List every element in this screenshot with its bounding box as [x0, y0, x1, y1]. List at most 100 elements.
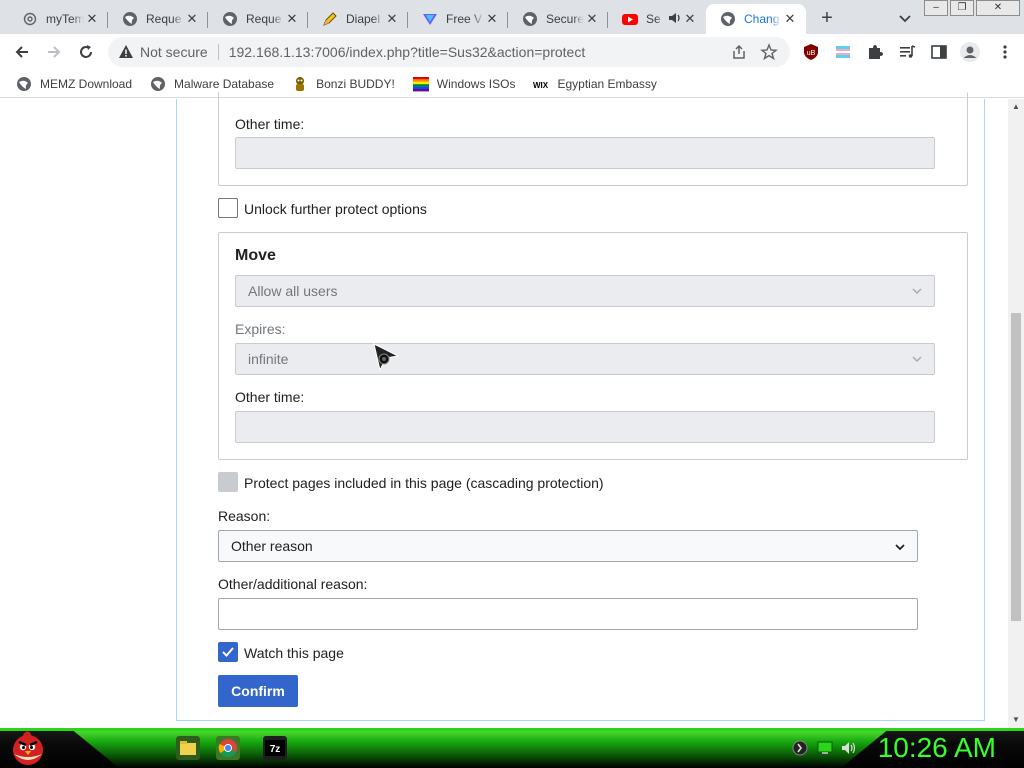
unlock-options-checkbox[interactable] — [218, 198, 238, 218]
tab-7[interactable]: Chang ✕ — [706, 4, 806, 34]
tab-title: Diapel — [346, 12, 381, 26]
close-icon[interactable]: ✕ — [284, 11, 300, 27]
side-panel-icon[interactable] — [930, 43, 948, 61]
chevron-down-icon — [893, 540, 907, 554]
extensions-puzzle-icon[interactable] — [866, 43, 884, 61]
star-icon[interactable] — [760, 43, 778, 61]
ublock-icon[interactable]: uB — [802, 43, 820, 61]
forward-button[interactable] — [44, 42, 64, 62]
tab-4[interactable]: Free V ✕ — [408, 4, 508, 34]
close-icon[interactable]: ✕ — [484, 11, 500, 27]
browser-toolbar: Not secure 192.168.1.13:7006/index.php?t… — [0, 34, 1024, 70]
tab-search-chevron-icon[interactable] — [896, 9, 914, 27]
url-text[interactable]: 192.168.1.13:7006/index.php?title=Sus32&… — [229, 44, 730, 60]
busy-cursor-icon — [370, 340, 404, 374]
speaker-icon[interactable] — [668, 11, 682, 28]
other-time-label: Other time: — [235, 116, 305, 132]
tab-title: Reque — [146, 12, 182, 26]
globe-icon — [150, 76, 166, 92]
tab-3[interactable]: Diapel ✕ — [308, 4, 408, 34]
new-tab-button[interactable]: + — [816, 8, 838, 30]
start-button-angry-bird-icon[interactable] — [8, 730, 48, 766]
bookmark-item[interactable]: Windows ISOs — [412, 76, 516, 92]
bonzi-icon — [292, 76, 308, 92]
globe-icon — [122, 11, 138, 27]
7zip-icon[interactable]: 7z — [263, 736, 287, 760]
share-icon[interactable] — [730, 43, 748, 61]
globe-icon — [16, 76, 32, 92]
flag-extension-icon[interactable] — [834, 43, 852, 61]
tab-title: Se — [646, 12, 661, 26]
move-legend: Move — [235, 247, 276, 264]
reason-select[interactable]: Other reason — [218, 530, 918, 562]
watch-page-checkbox[interactable] — [218, 642, 238, 662]
address-divider — [217, 44, 219, 60]
bookmark-item[interactable]: WIX Egyptian Embassy — [533, 76, 656, 92]
close-icon[interactable]: ✕ — [682, 11, 698, 27]
bookmark-label: Windows ISOs — [436, 76, 516, 91]
tab-title: Chang — [744, 12, 780, 26]
profile-avatar-icon[interactable] — [960, 42, 980, 62]
bookmark-label: Bonzi BUDDY! — [316, 76, 395, 91]
page-scrollbar[interactable]: ▲ ▼ — [1008, 99, 1024, 728]
taskbar: 7z 10:26 AM — [0, 728, 1024, 768]
close-icon[interactable]: ✕ — [84, 11, 100, 27]
close-icon[interactable]: ✕ — [782, 11, 798, 27]
bookmark-item[interactable]: Malware Database — [150, 76, 274, 92]
maximize-button[interactable]: ❐ — [950, 0, 974, 16]
confirm-button[interactable]: Confirm — [218, 675, 298, 707]
close-window-button[interactable]: ✕ — [976, 0, 1020, 16]
move-expires-select: infinite — [235, 343, 935, 375]
volume-icon[interactable] — [841, 740, 857, 756]
cascade-label: Protect pages included in this page (cas… — [244, 475, 604, 491]
scrollbar-thumb[interactable] — [1011, 313, 1021, 621]
tab-5[interactable]: Secure ✕ — [508, 4, 608, 34]
warning-triangle-icon[interactable] — [118, 44, 134, 60]
tray-app-icon[interactable] — [792, 740, 808, 756]
close-icon[interactable]: ✕ — [384, 11, 400, 27]
menu-kebab-icon[interactable] — [996, 43, 1014, 61]
vpn-icon — [422, 11, 438, 27]
network-icon[interactable] — [817, 740, 833, 756]
reload-button[interactable] — [76, 42, 96, 62]
reason-value: Other reason — [231, 538, 313, 554]
unlock-options-label[interactable]: Unlock further protect options — [244, 201, 427, 217]
file-explorer-icon[interactable] — [176, 736, 200, 760]
move-expires-value: infinite — [248, 351, 289, 367]
additional-reason-input[interactable] — [218, 598, 918, 630]
reason-label: Reason: — [218, 508, 271, 524]
bookmark-item[interactable]: Bonzi BUDDY! — [292, 76, 395, 92]
windows-flag-icon — [412, 76, 429, 92]
checkmark-icon — [222, 647, 234, 657]
address-bar[interactable]: Not secure 192.168.1.13:7006/index.php?t… — [108, 37, 790, 67]
bookmark-item[interactable]: MEMZ Download — [16, 76, 132, 92]
move-other-time-input — [235, 411, 935, 443]
back-button[interactable] — [12, 42, 32, 62]
media-control-icon[interactable] — [898, 43, 916, 61]
move-expires-label: Expires: — [235, 321, 286, 337]
security-label[interactable]: Not secure — [140, 44, 208, 60]
move-other-time-label: Other time: — [235, 389, 305, 405]
at-icon — [22, 11, 38, 27]
chrome-taskbar-icon[interactable] — [216, 736, 240, 760]
tab-6[interactable]: Se ✕ — [608, 4, 706, 34]
tab-title: Secure — [546, 12, 584, 26]
tab-strip: myTem ✕ Reque ✕ Reque ✕ Diapel ✕ Free V … — [0, 0, 1024, 34]
scroll-down-arrow-icon[interactable]: ▼ — [1012, 716, 1020, 724]
svg-text:7z: 7z — [270, 744, 281, 755]
pencil-icon — [322, 11, 338, 27]
move-level-select: Allow all users — [235, 275, 935, 307]
move-level-value: Allow all users — [248, 283, 338, 299]
watch-page-label[interactable]: Watch this page — [244, 645, 344, 661]
tab-0[interactable]: myTem ✕ — [8, 4, 108, 34]
tab-2[interactable]: Reque ✕ — [208, 4, 308, 34]
minimize-button[interactable]: – — [924, 0, 948, 16]
scroll-up-arrow-icon[interactable]: ▲ — [1012, 103, 1020, 111]
tab-1[interactable]: Reque ✕ — [108, 4, 208, 34]
window-controls: – ❐ ✕ — [922, 0, 1020, 16]
cascade-checkbox — [218, 472, 238, 492]
close-icon[interactable]: ✕ — [184, 11, 200, 27]
taskbar-clock[interactable]: 10:26 AM — [878, 732, 996, 764]
additional-reason-label: Other/additional reason: — [218, 576, 368, 592]
close-icon[interactable]: ✕ — [584, 11, 600, 27]
